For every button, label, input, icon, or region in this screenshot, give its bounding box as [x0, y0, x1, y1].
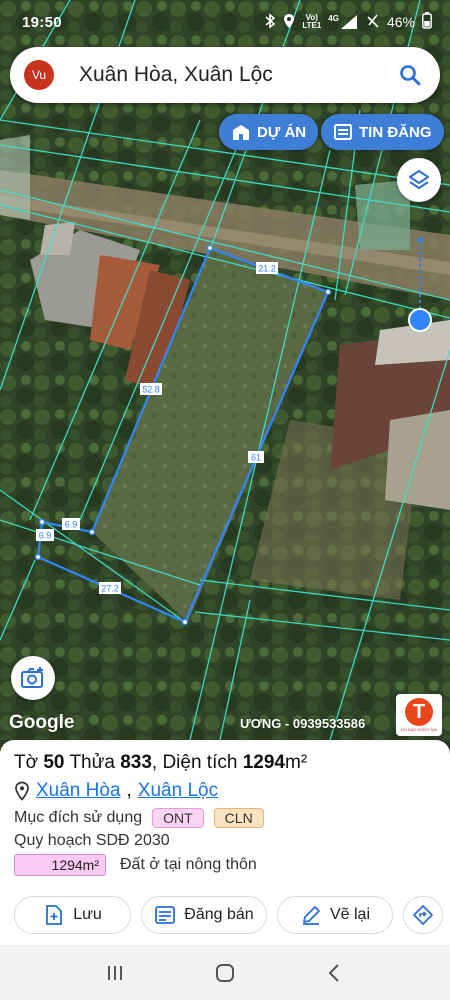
- purpose-tag-cln[interactable]: CLN: [213, 808, 264, 828]
- watermark-text: ƯƠNG - 0939533586: [240, 716, 366, 731]
- camera-button[interactable]: [11, 656, 55, 700]
- action-bar: Lưu Đăng bán Vẽ lại: [14, 896, 443, 934]
- planning-line: 1294m² Đất ở tại nông thôn: [14, 854, 436, 876]
- location-pin-icon: [15, 781, 29, 801]
- bluetooth-icon: [264, 12, 276, 32]
- comma: ,: [151, 752, 158, 773]
- purpose-line: Mục đích sử dụng ONT CLN: [14, 808, 436, 828]
- parcel-info-panel: Tờ 50 Thửa 833, Diện tích 1294m² Xuân Hò…: [0, 740, 450, 945]
- newspaper-icon: [334, 124, 352, 140]
- avatar[interactable]: Vu: [24, 60, 54, 90]
- pen-icon: [302, 906, 320, 925]
- system-nav-bar: [0, 945, 450, 1000]
- post-sale-button[interactable]: Đăng bán: [141, 896, 267, 934]
- save-label: Lưu: [73, 906, 102, 923]
- lte-label: LTE1: [302, 21, 322, 30]
- projects-label: DỰ ÁN: [257, 123, 307, 141]
- save-button[interactable]: Lưu: [14, 896, 131, 934]
- location-line: Xuân Hòa, Xuân Lộc: [14, 780, 436, 802]
- recent-apps-icon[interactable]: [103, 961, 127, 985]
- building-icon: [233, 125, 249, 140]
- plot-label: Thửa: [69, 752, 115, 773]
- measure-label-top: 21.2: [256, 262, 278, 274]
- signal-label: 4G: [328, 14, 339, 23]
- listings-label: TIN ĐĂNG: [359, 123, 432, 141]
- home-icon[interactable]: [213, 961, 237, 985]
- mute-icon: [366, 14, 380, 31]
- battery-percent: 46%: [386, 14, 415, 30]
- measurement-text: 27.2: [101, 584, 119, 594]
- purpose-label: Mục đích sử dụng: [14, 809, 143, 826]
- area-label: Diện tích: [162, 752, 238, 773]
- area-unit: m²: [285, 752, 308, 773]
- directions-button[interactable]: [403, 896, 443, 934]
- measure-label-left: 52.8: [140, 383, 162, 395]
- measurement-text: 61: [251, 453, 261, 463]
- measurement-text: 6.9: [65, 520, 78, 530]
- measure-label-right: 61: [248, 451, 264, 463]
- layers-button[interactable]: [397, 158, 441, 202]
- measure-label-notch-side: 6.9: [36, 529, 54, 541]
- parcel-title: Tờ 50 Thửa 833, Diện tích 1294m²: [14, 752, 436, 774]
- status-time: 19:50: [22, 13, 62, 31]
- measurement-text: 21.2: [258, 264, 276, 274]
- redraw-button[interactable]: Vẽ lại: [277, 896, 393, 934]
- add-photo-icon: [21, 667, 43, 688]
- planning-label: Quy hoạch SDĐ 2030: [14, 832, 170, 849]
- search-input[interactable]: Xuân Hòa, Xuân Lộc: [79, 63, 273, 87]
- directions-icon: [413, 905, 433, 925]
- sheet-number: 50: [43, 752, 65, 773]
- brand-logo[interactable]: T ĐO ĐẠC ĐỒNG NAI: [396, 694, 442, 736]
- signal-icon: 4G: [328, 15, 359, 29]
- layers-icon: [409, 170, 429, 189]
- newspaper-icon: [155, 906, 176, 924]
- volte-icon: Vo) LTE1: [302, 14, 321, 30]
- purpose-tag-ont[interactable]: ONT: [152, 808, 204, 828]
- measurement-text: 6.9: [39, 531, 52, 541]
- plot-number: 833: [120, 752, 152, 773]
- redraw-label: Vẽ lại: [329, 906, 371, 923]
- measure-label-bottom: 27.2: [99, 582, 121, 594]
- add-icon: [46, 905, 63, 925]
- area-value: 1294: [242, 752, 285, 773]
- search-icon[interactable]: [398, 63, 422, 87]
- brand-logo-caption: ĐO ĐẠC ĐỒNG NAI: [400, 727, 438, 732]
- status-bar: 19:50 Vo) LTE1 4G 46%: [0, 0, 450, 44]
- search-bar[interactable]: Vu Xuân Hòa, Xuân Lộc: [10, 47, 440, 103]
- planning-area-badge: 1294m²: [14, 854, 106, 876]
- measure-label-notch-top: 6.9: [62, 518, 80, 530]
- location-dot: [408, 308, 432, 332]
- planning-description: Đất ở tại nông thôn: [120, 856, 257, 873]
- satellite-imagery: 21.2 52.8 61 6.9 6.9 27.2: [0, 0, 450, 740]
- map-view[interactable]: 21.2 52.8 61 6.9 6.9 27.2 19:50 Vo) LTE1: [0, 0, 450, 740]
- projects-button[interactable]: DỰ ÁN: [219, 114, 319, 150]
- brand-logo-mark: T: [405, 698, 433, 726]
- google-logo: Google: [9, 712, 75, 733]
- location-icon: [283, 13, 295, 32]
- measurement-text: 52.8: [142, 385, 160, 395]
- sheet-label: Tờ: [14, 752, 39, 773]
- listings-button[interactable]: TIN ĐĂNG: [321, 114, 444, 150]
- commune-link[interactable]: Xuân Hòa: [36, 780, 121, 802]
- location-separator: ,: [126, 780, 132, 801]
- post-sale-label: Đăng bán: [184, 906, 254, 923]
- district-link[interactable]: Xuân Lộc: [138, 780, 218, 802]
- battery-icon: [422, 12, 432, 32]
- back-icon[interactable]: [323, 961, 347, 985]
